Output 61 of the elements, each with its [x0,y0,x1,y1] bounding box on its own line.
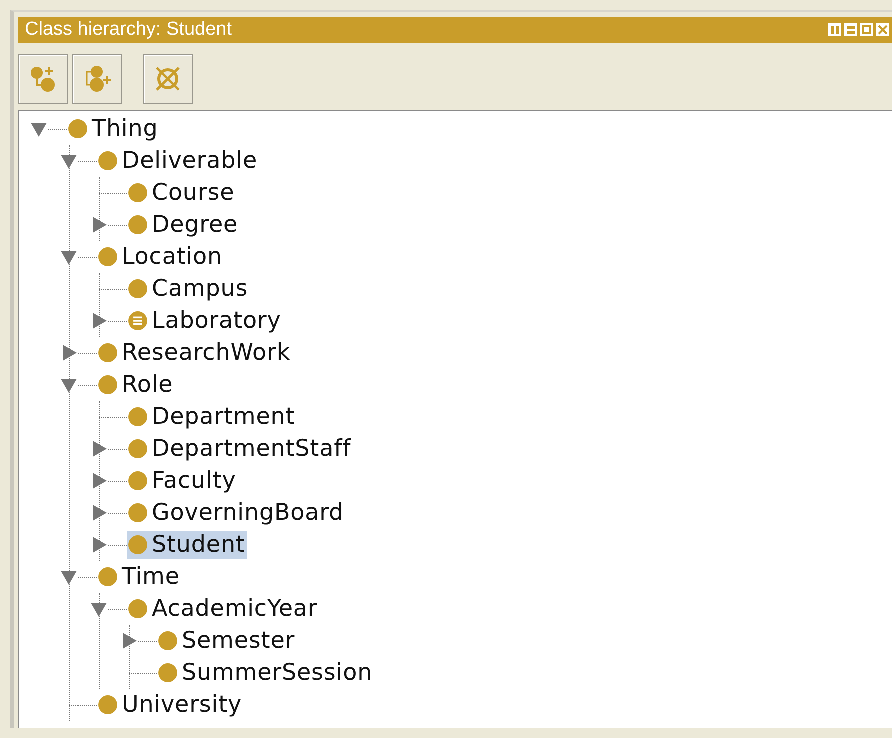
class-tree-item[interactable]: AcademicYear [127,595,320,623]
class-tree-item[interactable]: Thing [67,115,160,143]
class-tree-item[interactable]: Campus [127,275,250,303]
class-icon [128,439,148,459]
class-tree-item[interactable]: DepartmentStaff [127,435,354,463]
class-icon [98,567,118,587]
class-tree-item[interactable]: Role [97,371,176,399]
expand-arrow-icon[interactable] [91,313,107,329]
close-icon[interactable] [876,23,890,37]
class-icon [158,663,178,683]
expand-arrow-icon[interactable] [91,537,107,553]
class-tree-item[interactable]: Semester [157,627,298,655]
defined-class-icon [128,311,148,331]
minimize-icon[interactable] [844,23,858,37]
expand-arrow-icon[interactable] [91,505,107,521]
collapse-arrow-icon[interactable] [61,249,77,265]
add-subclass-icon [28,64,58,94]
class-tree-item[interactable]: ResearchWork [97,339,293,367]
add-subclass-button[interactable] [18,54,68,104]
expand-arrow-icon[interactable] [91,473,107,489]
split-view-icon[interactable] [828,23,842,37]
class-tree-item[interactable]: Time [97,563,182,591]
class-icon [128,407,148,427]
class-icon [98,695,118,715]
class-tree-item[interactable]: University [97,691,244,719]
class-tree-item[interactable]: Degree [127,211,240,239]
class-tree-item[interactable]: Student [127,531,248,559]
class-tree-item[interactable]: Deliverable [97,147,260,175]
class-icon [98,375,118,395]
expand-arrow-icon[interactable] [91,217,107,233]
class-icon [128,503,148,523]
class-icon [128,215,148,235]
expand-arrow-icon[interactable] [91,441,107,457]
class-tree-item[interactable]: Laboratory [127,307,284,335]
collapse-arrow-icon[interactable] [31,121,47,137]
expand-arrow-icon[interactable] [121,633,137,649]
class-icon [68,119,88,139]
maximize-icon[interactable] [860,23,874,37]
class-tree-item[interactable]: SummerSession [157,659,375,687]
collapse-arrow-icon[interactable] [61,377,77,393]
class-icon [128,599,148,619]
class-tree-item[interactable]: Course [127,179,237,207]
collapse-arrow-icon[interactable] [91,601,107,617]
class-tree-item[interactable]: Location [97,243,224,271]
panel-title: Class hierarchy: Student [25,19,232,41]
collapse-arrow-icon[interactable] [61,569,77,585]
class-icon [98,247,118,267]
class-icon [128,471,148,491]
add-sibling-button[interactable] [72,54,122,104]
expand-arrow-icon[interactable] [61,345,77,361]
class-icon [128,279,148,299]
class-icon [98,343,118,363]
delete-class-button[interactable] [143,54,193,104]
class-icon [128,183,148,203]
class-tree-item[interactable]: Department [127,403,298,431]
class-icon [158,631,178,651]
class-icon [128,535,148,555]
class-tree-item[interactable]: GoverningBoard [127,499,346,527]
class-icon [98,151,118,171]
class-tree-item[interactable]: Faculty [127,467,238,495]
collapse-arrow-icon[interactable] [61,153,77,169]
